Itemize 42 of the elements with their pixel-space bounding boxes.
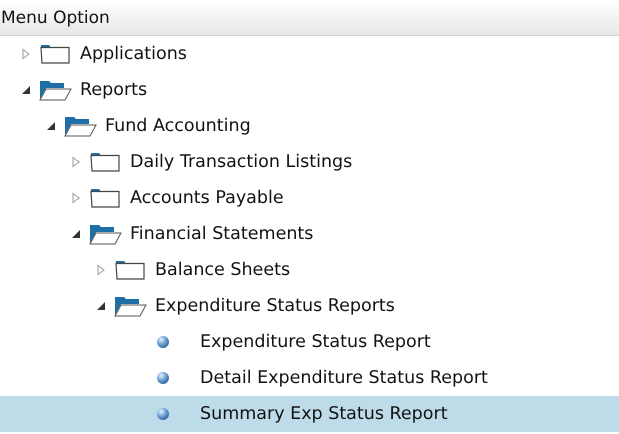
folder-icon <box>88 186 122 210</box>
tree-item-label: Detail Expenditure Status Report <box>200 368 488 388</box>
tree-item-label: Expenditure Status Reports <box>155 296 395 316</box>
expand-arrow-icon[interactable] <box>20 48 32 60</box>
tree-item-label: Reports <box>80 80 148 100</box>
folder-icon <box>88 150 122 174</box>
tree-report-item[interactable]: Detail Expenditure Status Report <box>0 360 619 396</box>
tree-item-label: Expenditure Status Report <box>200 332 431 352</box>
collapse-arrow-icon[interactable] <box>45 120 57 132</box>
tree-folder-item[interactable]: Expenditure Status Reports <box>0 288 619 324</box>
tree-folder-item[interactable]: Daily Transaction Listings <box>0 144 619 180</box>
tree-folder-item[interactable]: Accounts Payable <box>0 180 619 216</box>
open-folder-icon <box>38 78 72 102</box>
tree-item-label: Accounts Payable <box>130 188 284 208</box>
tree-item-label: Applications <box>80 44 187 64</box>
report-bullet-icon <box>156 335 170 349</box>
tree-folder-item[interactable]: Reports <box>0 72 619 108</box>
collapse-arrow-icon[interactable] <box>20 84 32 96</box>
open-folder-icon <box>88 222 122 246</box>
collapse-arrow-icon[interactable] <box>70 228 82 240</box>
tree-folder-item[interactable]: Balance Sheets <box>0 252 619 288</box>
folder-icon <box>113 258 147 282</box>
expand-arrow-icon[interactable] <box>95 264 107 276</box>
tree-folder-item[interactable]: Applications <box>0 36 619 72</box>
folder-icon <box>38 42 72 66</box>
open-folder-icon <box>113 294 147 318</box>
tree-report-item[interactable]: Expenditure Status Report <box>0 324 619 360</box>
open-folder-icon <box>63 114 97 138</box>
tree-folder-item[interactable]: Fund Accounting <box>0 108 619 144</box>
report-bullet-icon <box>156 407 170 421</box>
expand-arrow-icon[interactable] <box>70 192 82 204</box>
tree-item-label: Financial Statements <box>130 224 314 244</box>
tree-item-label: Daily Transaction Listings <box>130 152 352 172</box>
report-bullet-icon <box>156 371 170 385</box>
collapse-arrow-icon[interactable] <box>95 300 107 312</box>
tree-item-label: Summary Exp Status Report <box>200 404 448 424</box>
tree-report-item[interactable]: Summary Exp Status Report <box>0 396 619 432</box>
panel-title: Menu Option <box>1 8 110 28</box>
tree-folder-item[interactable]: Financial Statements <box>0 216 619 252</box>
expand-arrow-icon[interactable] <box>70 156 82 168</box>
tree-item-label: Balance Sheets <box>155 260 290 280</box>
tree-item-label: Fund Accounting <box>105 116 251 136</box>
